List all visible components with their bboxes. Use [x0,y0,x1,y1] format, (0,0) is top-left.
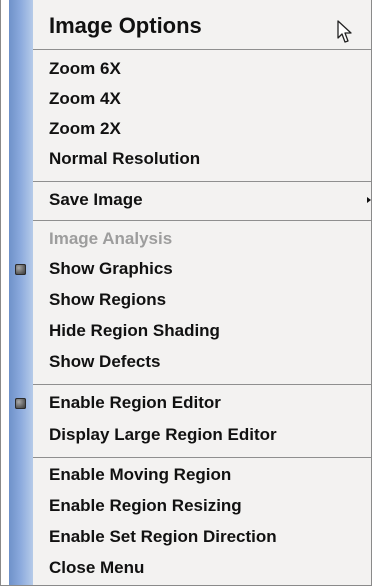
submenu-arrow-icon [367,197,371,203]
menu-item-zoom-4x[interactable]: Zoom 4X [49,84,371,114]
menu-item-enable-region-editor[interactable]: Enable Region Editor [49,388,371,418]
check-bullet-icon [15,264,26,275]
menu-item-enable-region-resizing[interactable]: Enable Region Resizing [49,491,371,521]
menu-item-hide-region-shading[interactable]: Hide Region Shading [49,316,371,346]
menu-item-show-defects[interactable]: Show Defects [49,347,371,377]
menu-separator [33,220,371,221]
menu-title: Image Options [49,13,202,38]
menu-separator [33,457,371,458]
menu-separator [33,181,371,182]
menu-item-zoom-6x[interactable]: Zoom 6X [49,54,371,84]
menu-item-show-graphics[interactable]: Show Graphics [49,254,371,284]
menu-item-normal-resolution[interactable]: Normal Resolution [49,144,371,174]
menu-item-save-image[interactable]: Save Image [49,185,371,215]
menu-item-zoom-2x[interactable]: Zoom 2X [49,114,371,144]
menu-item-enable-set-region-direction[interactable]: Enable Set Region Direction [49,522,371,552]
menu-separator [33,49,371,50]
mouse-pointer-icon [337,20,352,43]
menu-gutter-edge [1,0,9,585]
menu-item-enable-moving-region[interactable]: Enable Moving Region [49,460,371,490]
menu-item-close-menu[interactable]: Close Menu [49,553,371,583]
menu-separator [33,384,371,385]
menu-gutter [9,0,33,585]
menu-item-display-large-region-editor[interactable]: Display Large Region Editor [49,420,371,450]
menu-item-show-regions[interactable]: Show Regions [49,285,371,315]
check-bullet-icon [15,398,26,409]
image-options-menu: Image Options Zoom 6X Zoom 4X Zoom 2X No… [0,0,372,586]
menu-item-image-analysis: Image Analysis [49,229,173,248]
